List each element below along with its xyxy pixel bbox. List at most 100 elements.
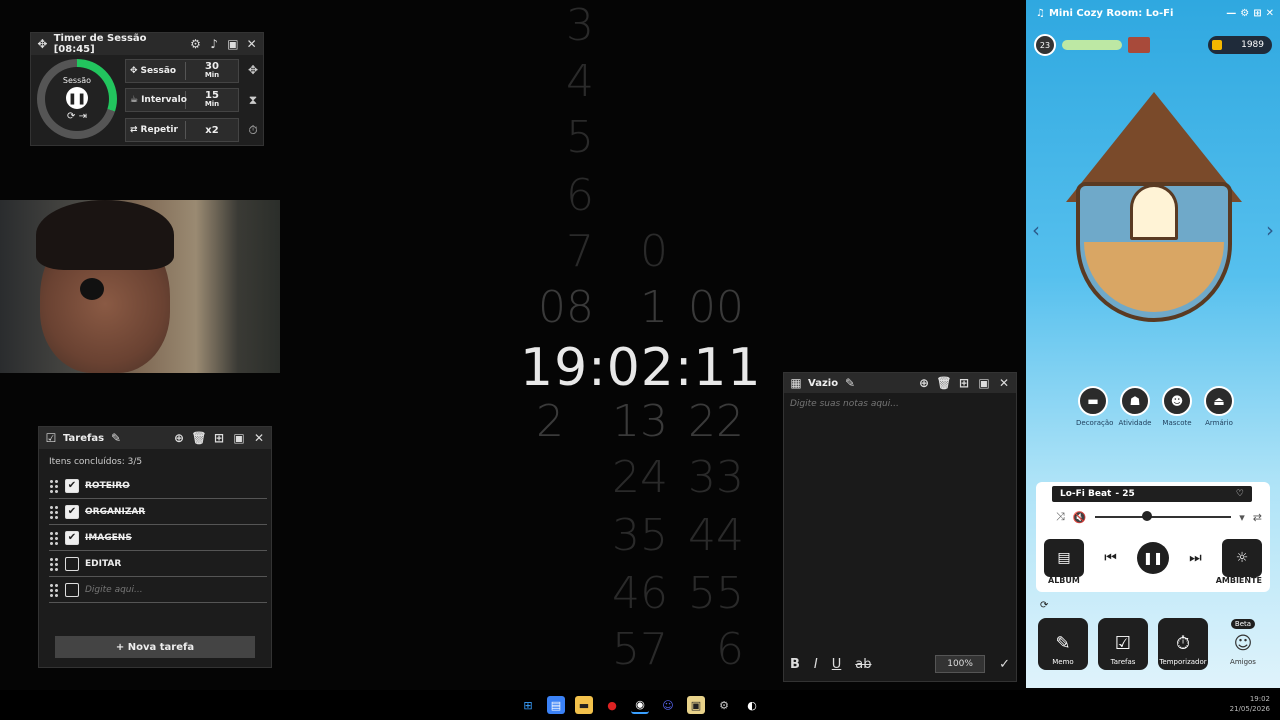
- close-icon[interactable]: ✕: [1266, 8, 1274, 19]
- grid-icon[interactable]: ⊞: [211, 430, 227, 446]
- decoration-button[interactable]: ▬ Decoração: [1076, 386, 1113, 427]
- drag-handle-icon[interactable]: [49, 582, 59, 597]
- drag-handle-icon[interactable]: [49, 504, 59, 519]
- mute-icon[interactable]: 🔇: [1073, 511, 1087, 524]
- session-length-row[interactable]: ✥ Sessão 30 Min: [125, 59, 239, 83]
- system-clock[interactable]: 19:02 21/05/2026: [1230, 694, 1270, 714]
- prev-room-arrow[interactable]: ‹: [1032, 218, 1040, 242]
- bold-button[interactable]: B: [790, 657, 800, 672]
- store-icon[interactable]: ▤: [547, 696, 565, 714]
- task-item[interactable]: EDITAR: [49, 551, 267, 577]
- task-input[interactable]: [85, 584, 245, 595]
- new-task-button[interactable]: + Nova tarefa: [55, 636, 255, 658]
- grid-icon[interactable]: ⊞: [1253, 8, 1261, 19]
- start-icon[interactable]: ⊞: [519, 696, 537, 714]
- edit-icon[interactable]: ✎: [842, 375, 858, 391]
- task-item[interactable]: ✔ ORGANIZAR: [49, 499, 267, 525]
- stopwatch-icon[interactable]: ⏱: [245, 123, 261, 139]
- minute-digit: 13: [612, 396, 668, 447]
- timer-button[interactable]: ⏱ Temporizador: [1158, 618, 1208, 670]
- obs-icon[interactable]: ◐: [743, 696, 761, 714]
- checkbox-unchecked[interactable]: [65, 556, 79, 571]
- heart-icon[interactable]: ♡: [1236, 489, 1244, 499]
- ambient-button[interactable]: ☼: [1221, 539, 1262, 577]
- volume-slider[interactable]: [1094, 511, 1232, 521]
- pause-button[interactable]: ❚❚: [1136, 542, 1169, 574]
- album-button[interactable]: ▤: [1044, 539, 1084, 577]
- grid-icon[interactable]: ⊞: [956, 375, 972, 391]
- minute-digit: 1: [640, 282, 668, 333]
- maximize-icon[interactable]: ▣: [976, 375, 992, 391]
- add-icon[interactable]: ⊕: [171, 430, 187, 446]
- repeat-row[interactable]: ⇄ Repetir x2: [125, 118, 239, 142]
- minimize-icon[interactable]: —: [1226, 8, 1236, 19]
- track-select[interactable]: Lo-Fi Beat - 25 ♡: [1052, 486, 1252, 502]
- volume-knob[interactable]: [1142, 511, 1153, 521]
- task-label: EDITAR: [85, 558, 122, 569]
- strikethrough-button[interactable]: ab: [855, 657, 871, 672]
- checkbox-checked[interactable]: ✔: [65, 530, 79, 545]
- checkbox-checked[interactable]: ✔: [65, 478, 79, 493]
- friends-button[interactable]: Beta ☺ Amigos: [1218, 618, 1268, 670]
- new-task-row[interactable]: [49, 577, 267, 603]
- italic-button[interactable]: I: [814, 657, 818, 672]
- pet-button[interactable]: ☻ Mascote: [1160, 386, 1194, 427]
- dropdown-icon[interactable]: ▾: [1239, 511, 1245, 524]
- add-icon[interactable]: ⊕: [916, 375, 932, 391]
- zoom-select[interactable]: 100%: [935, 655, 986, 673]
- gift-icon[interactable]: [1128, 37, 1150, 53]
- settings-icon[interactable]: ⚙: [715, 696, 733, 714]
- tasks-button[interactable]: ☑ Tarefas: [1098, 618, 1148, 670]
- drag-handle-icon[interactable]: [49, 530, 59, 545]
- chrome-icon[interactable]: ◉: [631, 696, 649, 714]
- memo-button[interactable]: ✎ Memo: [1038, 618, 1088, 670]
- repeat-icon[interactable]: ⇄: [1253, 511, 1262, 524]
- room-scene[interactable]: [1066, 92, 1242, 332]
- refresh-icon[interactable]: ⟳: [1040, 600, 1048, 611]
- session-timer-widget: ✥ Timer de Sessão [08:45] ⚙ ♪ ▣ ✕ Sessão…: [30, 32, 264, 146]
- edit-icon[interactable]: ✎: [108, 430, 124, 446]
- maximize-icon[interactable]: ▣: [231, 430, 247, 446]
- task-item[interactable]: ✔ ROTEIRO: [49, 473, 267, 499]
- settings-icon[interactable]: ⚙: [188, 36, 203, 52]
- next-room-arrow[interactable]: ›: [1266, 218, 1274, 242]
- crosshair-icon[interactable]: ✥: [245, 63, 261, 79]
- trash-icon[interactable]: 🗑: [936, 375, 952, 391]
- hanger-icon: ⏏: [1204, 386, 1234, 416]
- notes-titlebar[interactable]: ▦ Vazio ✎ ⊕ 🗑 ⊞ ▣ ✕: [784, 373, 1016, 393]
- checkbox-unchecked[interactable]: [65, 582, 79, 597]
- cozy-room-icon[interactable]: ▣: [687, 696, 705, 714]
- close-icon[interactable]: ✕: [244, 36, 259, 52]
- next-icon[interactable]: ⏭: [1189, 550, 1202, 566]
- minute-digit: 46: [612, 568, 668, 619]
- record-icon[interactable]: ●: [603, 696, 621, 714]
- timer-titlebar[interactable]: ✥ Timer de Sessão [08:45] ⚙ ♪ ▣ ✕: [31, 33, 263, 55]
- wardrobe-button[interactable]: ⏏ Armário: [1202, 386, 1236, 427]
- spellcheck-icon[interactable]: ✓: [999, 657, 1010, 672]
- folder-icon[interactable]: ▬: [575, 696, 593, 714]
- reset-icon[interactable]: ⟳ ⇥: [67, 111, 87, 122]
- close-icon[interactable]: ✕: [251, 430, 267, 446]
- discord-icon[interactable]: ☺: [659, 696, 677, 714]
- pause-button[interactable]: ❚❚: [66, 87, 88, 109]
- music-icon[interactable]: ♪: [207, 36, 222, 52]
- maximize-icon[interactable]: ▣: [226, 36, 241, 52]
- hourglass-icon[interactable]: ⧗: [245, 93, 261, 109]
- previous-icon[interactable]: ⏮: [1104, 550, 1117, 566]
- trash-icon[interactable]: 🗑: [191, 430, 207, 446]
- move-icon[interactable]: ✥: [35, 36, 50, 52]
- drag-handle-icon[interactable]: [49, 556, 59, 571]
- cozy-titlebar[interactable]: ♫ Mini Cozy Room: Lo-Fi — ⚙ ⊞ ✕: [1036, 4, 1274, 22]
- underline-button[interactable]: U: [832, 657, 842, 672]
- tasks-titlebar[interactable]: ☑ Tarefas ✎ ⊕ 🗑 ⊞ ▣ ✕: [39, 427, 271, 449]
- close-icon[interactable]: ✕: [996, 375, 1012, 391]
- settings-icon[interactable]: ⚙: [1240, 8, 1249, 19]
- checklist-icon: ☑: [45, 431, 57, 445]
- task-item[interactable]: ✔ IMAGENS: [49, 525, 267, 551]
- notes-textarea[interactable]: [790, 399, 1010, 649]
- interval-length-row[interactable]: ☕ Intervalo 15 Min: [125, 88, 239, 112]
- drag-handle-icon[interactable]: [49, 478, 59, 493]
- activity-button[interactable]: ☗ Atividade: [1118, 386, 1152, 427]
- shuffle-icon[interactable]: ⤨: [1056, 510, 1065, 524]
- checkbox-checked[interactable]: ✔: [65, 504, 79, 519]
